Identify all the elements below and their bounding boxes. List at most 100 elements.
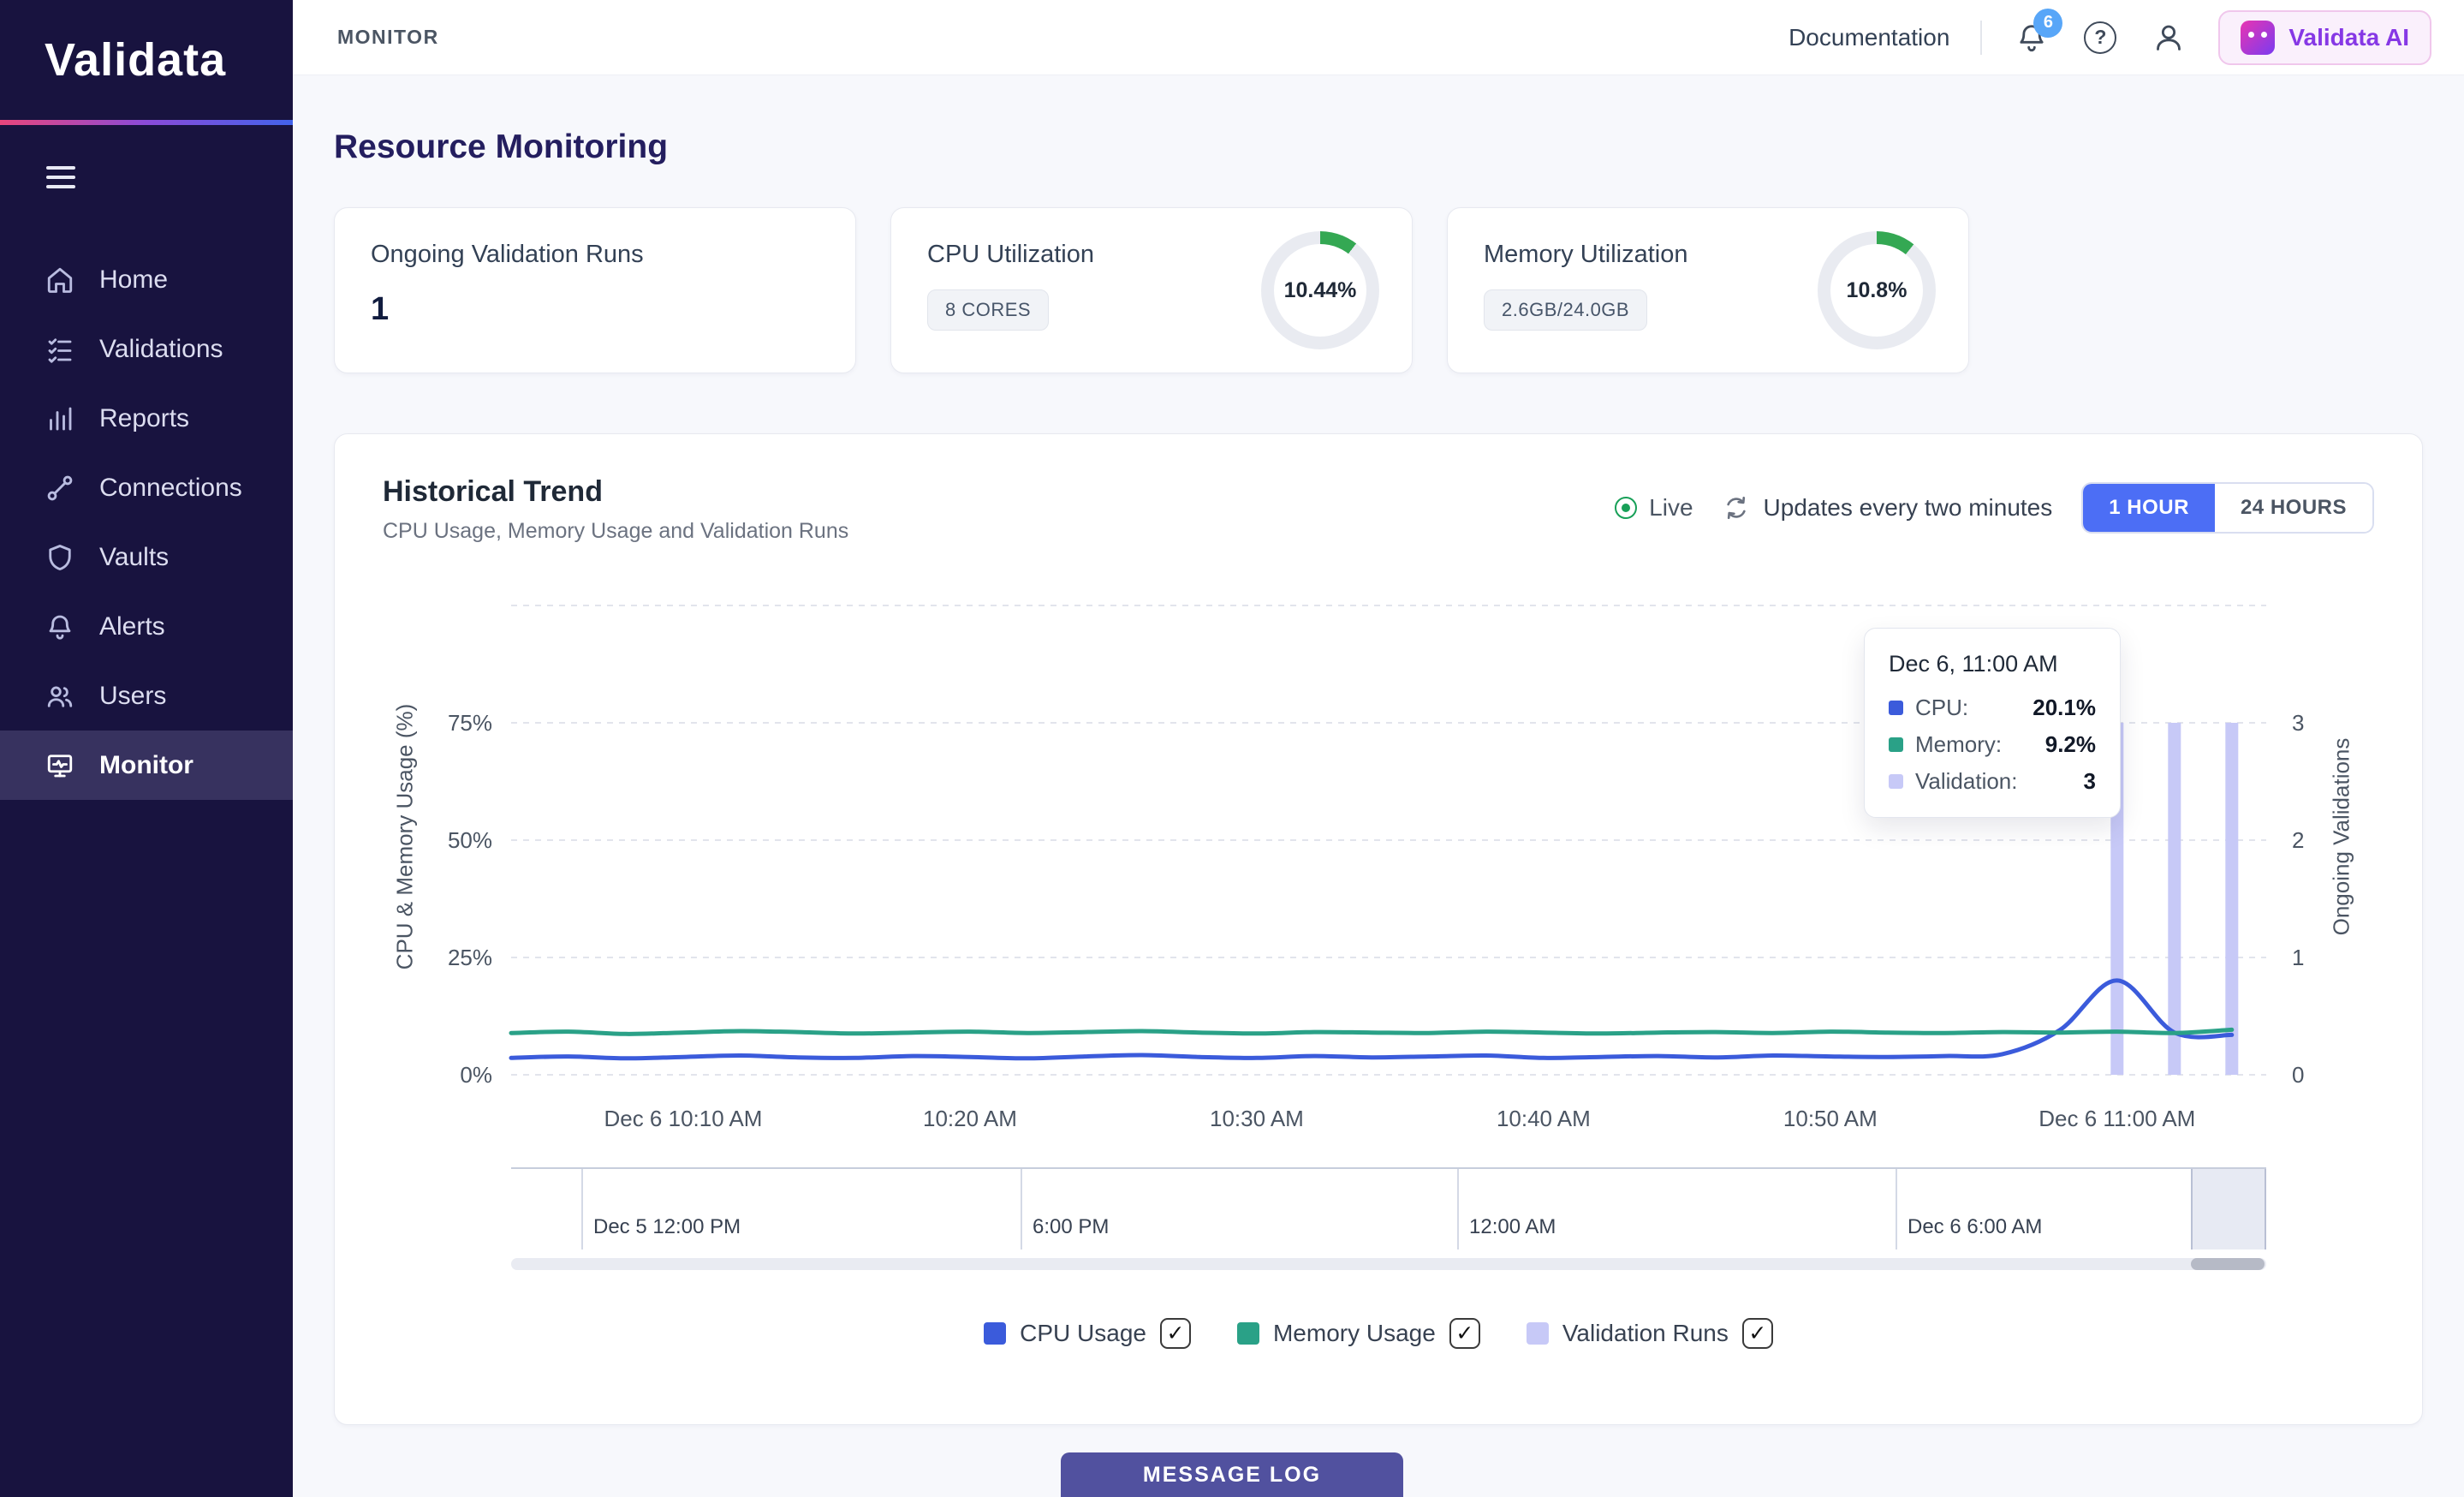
brand-gradient-divider bbox=[0, 120, 293, 125]
validation-runs-checkbox[interactable]: ✓ bbox=[1742, 1318, 1773, 1349]
sidebar-item-label: Alerts bbox=[99, 612, 165, 641]
page-title: Resource Monitoring bbox=[334, 128, 2423, 166]
memory-utilization-card: Memory Utilization 2.6GB/24.0GB 10.8% bbox=[1447, 207, 1969, 373]
svg-text:3: 3 bbox=[2292, 710, 2304, 736]
menu-toggle-icon[interactable] bbox=[46, 166, 77, 188]
ongoing-runs-value: 1 bbox=[371, 291, 819, 328]
message-log-button[interactable]: MESSAGE LOG bbox=[1061, 1452, 1403, 1497]
brush-label: 12:00 AM bbox=[1469, 1215, 1556, 1239]
svg-text:1: 1 bbox=[2292, 945, 2304, 970]
chart-scrollbar-track[interactable] bbox=[511, 1258, 2266, 1270]
main-content: Resource Monitoring Ongoing Validation R… bbox=[293, 75, 2464, 1497]
live-label: Live bbox=[1649, 494, 1693, 522]
sidebar-item-alerts[interactable]: Alerts bbox=[0, 592, 293, 661]
legend-item-memory-usage: Memory Usage ✓ bbox=[1237, 1318, 1480, 1349]
memory-usage-chip: 2.6GB/24.0GB bbox=[1484, 289, 1647, 331]
historical-trend-card: Historical Trend CPU Usage, Memory Usage… bbox=[334, 433, 2423, 1425]
legend-item-cpu-usage: CPU Usage ✓ bbox=[984, 1318, 1191, 1349]
brand-logo[interactable]: Validata bbox=[0, 0, 293, 120]
trend-subtitle: CPU Usage, Memory Usage and Validation R… bbox=[383, 519, 848, 544]
brush-label: Dec 5 12:00 PM bbox=[593, 1215, 741, 1239]
svg-text:10:50 AM: 10:50 AM bbox=[1783, 1106, 1878, 1131]
brand-name: Validata bbox=[45, 33, 226, 86]
brush-label: Dec 6 6:00 AM bbox=[1908, 1215, 2042, 1239]
sidebar-nav: Home Validations Reports Connections Vau… bbox=[0, 245, 293, 800]
cpu-swatch bbox=[1889, 701, 1903, 715]
topbar-divider bbox=[1980, 21, 1982, 55]
notifications-button[interactable]: 6 bbox=[2013, 19, 2050, 57]
people-icon bbox=[45, 681, 75, 712]
cpu-usage-checkbox[interactable]: ✓ bbox=[1160, 1318, 1191, 1349]
chart-scrollbar-thumb[interactable] bbox=[2191, 1258, 2265, 1270]
chart-tooltip: Dec 6, 11:00 AM CPU: 20.1% Memory: 9.2% … bbox=[1864, 628, 2121, 818]
documentation-link[interactable]: Documentation bbox=[1788, 24, 1949, 51]
tooltip-row-cpu: CPU: 20.1% bbox=[1889, 695, 2096, 721]
legend-item-validation-runs: Validation Runs ✓ bbox=[1527, 1318, 1773, 1349]
brush-selection-handle[interactable] bbox=[2191, 1169, 2266, 1249]
svg-text:2: 2 bbox=[2292, 827, 2304, 853]
range-button-24-hours[interactable]: 24 HOURS bbox=[2215, 484, 2372, 532]
updates-label: Updates every two minutes bbox=[1764, 494, 2053, 522]
memory-usage-checkbox[interactable]: ✓ bbox=[1449, 1318, 1480, 1349]
bar-chart-icon bbox=[45, 403, 75, 434]
svg-text:50%: 50% bbox=[448, 827, 492, 853]
svg-text:Dec 6 10:10 AM: Dec 6 10:10 AM bbox=[604, 1106, 762, 1131]
svg-text:10:30 AM: 10:30 AM bbox=[1210, 1106, 1304, 1131]
brush-label: 6:00 PM bbox=[1033, 1215, 1109, 1239]
cpu-cores-chip: 8 CORES bbox=[927, 289, 1049, 331]
memory-swatch bbox=[1889, 737, 1903, 752]
refresh-icon bbox=[1723, 494, 1750, 522]
checklist-icon bbox=[45, 334, 75, 365]
memory-percent-label: 10.8% bbox=[1818, 231, 1936, 349]
svg-text:10:20 AM: 10:20 AM bbox=[923, 1106, 1017, 1131]
update-interval: Updates every two minutes bbox=[1723, 494, 2053, 522]
sidebar-item-reports[interactable]: Reports bbox=[0, 384, 293, 453]
memory-donut-chart: 10.8% bbox=[1818, 231, 1936, 349]
validata-ai-button[interactable]: Validata AI bbox=[2218, 10, 2431, 65]
svg-text:10:40 AM: 10:40 AM bbox=[1497, 1106, 1591, 1131]
time-range-toggle: 1 HOUR 24 HOURS bbox=[2081, 482, 2374, 534]
sidebar-item-users[interactable]: Users bbox=[0, 661, 293, 731]
sidebar-item-label: Validations bbox=[99, 335, 223, 364]
range-button-1-hour[interactable]: 1 HOUR bbox=[2083, 484, 2215, 532]
sidebar-item-validations[interactable]: Validations bbox=[0, 314, 293, 384]
y-axis-label-right: Ongoing Validations bbox=[2329, 738, 2355, 936]
nodes-icon bbox=[45, 473, 75, 504]
help-button[interactable]: ? bbox=[2081, 19, 2119, 57]
chart-legend: CPU Usage ✓ Memory Usage ✓ Validation Ru… bbox=[383, 1318, 2374, 1349]
notification-count-badge: 6 bbox=[2033, 9, 2062, 38]
stat-title: Ongoing Validation Runs bbox=[371, 241, 819, 269]
ai-button-label: Validata AI bbox=[2288, 24, 2409, 51]
account-button[interactable] bbox=[2150, 19, 2187, 57]
bell-icon bbox=[45, 611, 75, 642]
trend-chart-area: CPU & Memory Usage (%) Ongoing Validatio… bbox=[383, 580, 2374, 1152]
home-icon bbox=[45, 265, 75, 295]
y-axis-label-left: CPU & Memory Usage (%) bbox=[392, 704, 419, 970]
live-indicator: Live bbox=[1615, 494, 1693, 522]
svg-text:Dec 6 11:00 AM: Dec 6 11:00 AM bbox=[2038, 1106, 2195, 1131]
svg-text:0%: 0% bbox=[460, 1062, 492, 1088]
svg-text:75%: 75% bbox=[448, 710, 492, 736]
sidebar-item-label: Users bbox=[99, 682, 166, 711]
cpu-percent-label: 10.44% bbox=[1261, 231, 1379, 349]
ongoing-runs-card: Ongoing Validation Runs 1 bbox=[334, 207, 856, 373]
user-icon bbox=[2152, 21, 2186, 55]
memory-swatch bbox=[1237, 1322, 1259, 1345]
sidebar-item-label: Connections bbox=[99, 474, 242, 503]
sidebar-item-home[interactable]: Home bbox=[0, 245, 293, 314]
tooltip-row-memory: Memory: 9.2% bbox=[1889, 731, 2096, 758]
sidebar-item-label: Vaults bbox=[99, 543, 169, 572]
timeline-brush[interactable]: Dec 5 12:00 PM 6:00 PM 12:00 AM Dec 6 6:… bbox=[511, 1167, 2266, 1249]
sidebar-item-connections[interactable]: Connections bbox=[0, 453, 293, 522]
live-dot-icon bbox=[1615, 497, 1637, 519]
ai-chat-icon bbox=[2241, 21, 2275, 55]
cpu-utilization-card: CPU Utilization 8 CORES 10.44% bbox=[890, 207, 1413, 373]
sidebar: Validata Home Validations Reports Connec… bbox=[0, 0, 293, 1497]
breadcrumb: MONITOR bbox=[337, 26, 439, 49]
cpu-donut-chart: 10.44% bbox=[1261, 231, 1379, 349]
sidebar-item-label: Monitor bbox=[99, 751, 193, 780]
stat-cards-row: Ongoing Validation Runs 1 CPU Utilizatio… bbox=[334, 207, 2423, 373]
question-mark-icon: ? bbox=[2084, 21, 2116, 54]
sidebar-item-monitor[interactable]: Monitor bbox=[0, 731, 293, 800]
sidebar-item-vaults[interactable]: Vaults bbox=[0, 522, 293, 592]
